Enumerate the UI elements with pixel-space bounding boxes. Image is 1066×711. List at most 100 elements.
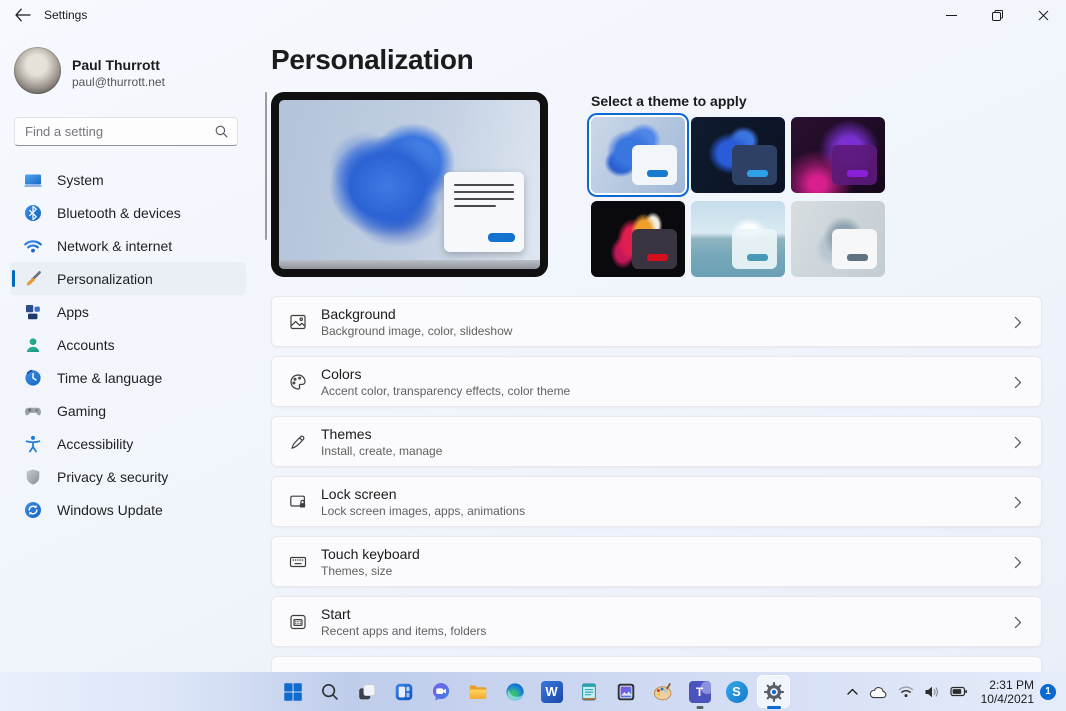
volume-icon[interactable] xyxy=(924,685,940,699)
theme-thumbnail-captured-motion[interactable] xyxy=(591,201,685,277)
theme-preview-screen xyxy=(279,100,540,269)
theme-thumbnail-glow[interactable] xyxy=(791,117,885,193)
widgets-button[interactable] xyxy=(385,672,422,711)
row-subtitle: Recent apps and items, folders xyxy=(321,624,486,638)
back-button[interactable] xyxy=(14,8,32,22)
paint-button[interactable] xyxy=(644,672,681,711)
sidebar-item-label: Bluetooth & devices xyxy=(57,205,181,221)
sidebar-item-accounts[interactable]: Accounts xyxy=(10,328,246,361)
settings-row-start[interactable]: Start Recent apps and items, folders xyxy=(271,596,1042,647)
search-input[interactable] xyxy=(23,119,212,144)
settings-row-colors[interactable]: Colors Accent color, transparency effect… xyxy=(271,356,1042,407)
sidebar-item-bluetooth-devices[interactable]: Bluetooth & devices xyxy=(10,196,246,229)
file-explorer-icon xyxy=(467,681,489,703)
restore-button[interactable] xyxy=(974,0,1020,30)
sidebar-item-label: Personalization xyxy=(57,271,153,287)
preview-taskbar xyxy=(279,260,540,269)
sidebar-item-time-language[interactable]: Time & language xyxy=(10,361,246,394)
theme-thumbnail-windows-light-bloom[interactable] xyxy=(591,117,685,193)
palette-icon xyxy=(288,372,308,392)
start-menu-icon xyxy=(288,612,308,632)
chevron-right-icon xyxy=(1014,436,1022,449)
taskbar-clock[interactable]: 2:31 PM 10/4/2021 xyxy=(981,678,1034,706)
titlebar: Settings xyxy=(0,0,1066,30)
tray-time: 2:31 PM xyxy=(981,678,1034,692)
sidebar-item-label: System xyxy=(57,172,104,188)
widgets-icon xyxy=(393,681,415,703)
sidebar-item-gaming[interactable]: Gaming xyxy=(10,394,246,427)
photos-button[interactable] xyxy=(607,672,644,711)
settings-row-lock-screen[interactable]: Lock screen Lock screen images, apps, an… xyxy=(271,476,1042,527)
sidebar-item-accessibility[interactable]: Accessibility xyxy=(10,427,246,460)
avatar[interactable] xyxy=(14,47,61,94)
battery-icon[interactable] xyxy=(950,685,968,698)
photos-icon xyxy=(615,681,637,703)
wifi-icon[interactable] xyxy=(898,685,914,698)
chevron-right-icon xyxy=(1014,316,1022,329)
row-title: Start xyxy=(321,606,351,622)
settings-window: Settings Paul Thurrott paul@thurrott.net… xyxy=(0,0,1066,711)
start-button[interactable] xyxy=(274,672,311,711)
theme-grid xyxy=(591,117,891,277)
row-title: Background xyxy=(321,306,396,322)
search-icon xyxy=(319,681,341,703)
gaming-icon xyxy=(23,401,43,421)
minimize-button[interactable] xyxy=(928,0,974,30)
search-box xyxy=(14,117,238,146)
chat-icon xyxy=(430,681,452,703)
task-view-button[interactable] xyxy=(348,672,385,711)
tray-chevron-up-icon[interactable] xyxy=(846,687,859,696)
theme-picker-label: Select a theme to apply xyxy=(591,93,747,109)
settings-row-touch-keyboard[interactable]: Touch keyboard Themes, size xyxy=(271,536,1042,587)
theme-thumbnail-windows-dark-bloom[interactable] xyxy=(691,117,785,193)
onedrive-cloud-icon[interactable] xyxy=(869,685,888,699)
row-title: Themes xyxy=(321,426,372,442)
notepad-button[interactable] xyxy=(570,672,607,711)
search-icon[interactable] xyxy=(215,125,228,138)
word-button[interactable]: W xyxy=(533,672,570,711)
sidebar-item-label: Gaming xyxy=(57,403,106,419)
sidebar-item-label: Accounts xyxy=(57,337,115,353)
sidebar-item-network-internet[interactable]: Network & internet xyxy=(10,229,246,262)
sidebar-item-personalization[interactable]: Personalization xyxy=(10,262,246,295)
running-indicator xyxy=(696,706,703,709)
accessibility-icon xyxy=(23,434,43,454)
word-icon: W xyxy=(541,681,563,703)
settings-taskbar-button[interactable] xyxy=(755,672,792,711)
theme-thumbnail-flow[interactable] xyxy=(791,201,885,277)
edge-button[interactable] xyxy=(496,672,533,711)
sidebar-item-apps[interactable]: Apps xyxy=(10,295,246,328)
settings-row-themes[interactable]: Themes Install, create, manage xyxy=(271,416,1042,467)
edge-icon xyxy=(504,681,526,703)
row-title: Colors xyxy=(321,366,361,382)
lock-screen-icon xyxy=(288,492,308,512)
notification-badge[interactable]: 1 xyxy=(1040,684,1056,700)
row-title: Lock screen xyxy=(321,486,396,502)
preview-window-card xyxy=(444,172,524,252)
skype-button[interactable]: S xyxy=(718,672,755,711)
sidebar-item-system[interactable]: System xyxy=(10,163,246,196)
profile-name: Paul Thurrott xyxy=(72,57,160,73)
sidebar-nav: System Bluetooth & devices Network & int… xyxy=(0,163,260,526)
sidebar-item-windows-update[interactable]: Windows Update xyxy=(10,493,246,526)
keyboard-icon xyxy=(288,552,308,572)
preview-accent-button xyxy=(488,233,515,242)
skype-icon: S xyxy=(726,681,748,703)
sidebar-item-privacy-security[interactable]: Privacy & security xyxy=(10,460,246,493)
settings-row-background[interactable]: Background Background image, color, slid… xyxy=(271,296,1042,347)
chevron-right-icon xyxy=(1014,556,1022,569)
window-title: Settings xyxy=(44,8,87,22)
system-icon xyxy=(23,170,43,190)
image-icon xyxy=(288,312,308,332)
file-explorer-button[interactable] xyxy=(459,672,496,711)
notepad-icon xyxy=(578,681,600,703)
close-button[interactable] xyxy=(1020,0,1066,30)
chat-button[interactable] xyxy=(422,672,459,711)
personalization-icon xyxy=(23,269,43,289)
taskbar-search-button[interactable] xyxy=(311,672,348,711)
sidebar-scrollbar[interactable] xyxy=(265,92,267,240)
teams-button[interactable]: T xyxy=(681,672,718,711)
system-tray: 2:31 PM 10/4/2021 1 xyxy=(841,672,1060,711)
theme-thumbnail-sunrise[interactable] xyxy=(691,201,785,277)
sidebar-item-label: Accessibility xyxy=(57,436,133,452)
